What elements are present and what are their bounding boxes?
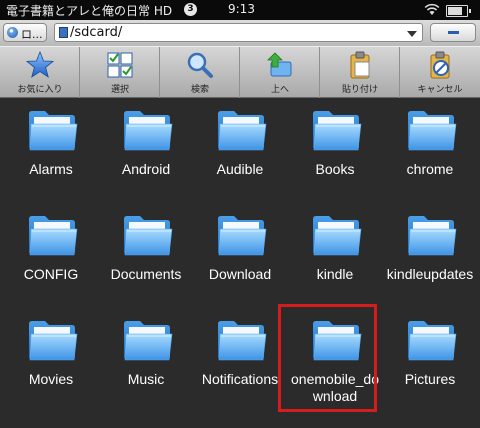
folder-icon bbox=[408, 321, 457, 361]
folder-item[interactable]: Audible bbox=[192, 98, 288, 203]
folder-item[interactable]: chrome bbox=[382, 98, 478, 203]
folder-icon bbox=[408, 111, 457, 151]
path-dropdown[interactable]: /sdcard/ bbox=[54, 23, 423, 42]
folder-name: Movies bbox=[28, 371, 74, 387]
folder-item[interactable]: Alarms bbox=[3, 98, 99, 203]
folder-item[interactable]: onemobile_download bbox=[278, 304, 383, 413]
cancel-label: キャンセル bbox=[417, 85, 463, 95]
search-label: 検索 bbox=[190, 85, 209, 95]
folder-name: Alarms bbox=[29, 161, 73, 177]
folder-item[interactable]: Documents bbox=[98, 203, 194, 308]
paste-button[interactable]: 貼り付け bbox=[320, 47, 400, 98]
folder-name: Documents bbox=[110, 266, 182, 282]
folder-icon bbox=[313, 216, 362, 256]
folder-item[interactable]: Movies bbox=[3, 308, 99, 413]
chevron-down-icon bbox=[407, 31, 417, 37]
folder-icon bbox=[29, 216, 78, 256]
folder-item[interactable]: CONFIG bbox=[3, 203, 99, 308]
magnifier-icon bbox=[187, 52, 213, 78]
cancel-icon bbox=[430, 51, 450, 79]
folder-icon bbox=[29, 321, 78, 361]
folder-item[interactable]: Pictures bbox=[382, 308, 478, 413]
toolbar: お気に入り 選択 検索 上へ 貼り付け キャンセル bbox=[0, 46, 480, 98]
folder-icon bbox=[124, 321, 173, 361]
notification-count-badge: 3 bbox=[184, 3, 197, 16]
folder-name: Books bbox=[315, 161, 355, 177]
folder-item[interactable]: kindle bbox=[287, 203, 383, 308]
folder-item[interactable]: Download bbox=[192, 203, 288, 308]
folder-name: kindle bbox=[316, 266, 354, 282]
folder-item[interactable]: Books bbox=[287, 98, 383, 203]
clipboard-icon bbox=[350, 51, 370, 79]
notification-title: 電子書籍とアレと俺の日常 HD bbox=[6, 4, 173, 18]
folder-icon bbox=[313, 111, 362, 151]
search-button[interactable]: 検索 bbox=[160, 47, 240, 98]
folder-item[interactable]: Notifications bbox=[192, 308, 288, 413]
storage-selector-button[interactable]: ロ... bbox=[3, 23, 47, 42]
storage-label: ロ... bbox=[21, 28, 43, 41]
folder-icon bbox=[218, 321, 267, 361]
minus-button[interactable] bbox=[430, 23, 476, 42]
folder-icon bbox=[313, 321, 362, 361]
disk-icon bbox=[7, 27, 18, 38]
up-folder-icon bbox=[267, 52, 292, 77]
up-button[interactable]: 上へ bbox=[240, 47, 320, 98]
battery-icon bbox=[446, 5, 471, 17]
folder-icon bbox=[124, 216, 173, 256]
folder-name: Download bbox=[208, 266, 272, 282]
favorites-button[interactable]: お気に入り bbox=[0, 47, 80, 98]
sd-card-icon bbox=[59, 27, 68, 38]
star-icon bbox=[26, 51, 54, 78]
favorites-label: お気に入り bbox=[17, 85, 63, 95]
folder-item[interactable]: Android bbox=[98, 98, 194, 203]
select-button[interactable]: 選択 bbox=[80, 47, 160, 98]
up-label: 上へ bbox=[270, 85, 289, 95]
folder-name: CONFIG bbox=[23, 266, 79, 282]
folder-name: Music bbox=[127, 371, 165, 387]
folder-name: Notifications bbox=[201, 371, 279, 387]
folder-name: chrome bbox=[406, 161, 454, 177]
folder-name: onemobile_download bbox=[291, 371, 379, 404]
folder-item[interactable]: Music bbox=[98, 308, 194, 413]
select-label: 選択 bbox=[110, 85, 129, 95]
folder-icon bbox=[124, 111, 173, 151]
folder-name: Pictures bbox=[404, 371, 456, 387]
folder-icon bbox=[408, 216, 457, 256]
folder-icon bbox=[218, 111, 267, 151]
address-bar: ロ... /sdcard/ bbox=[0, 20, 480, 46]
folder-name: Android bbox=[121, 161, 171, 177]
paste-label: 貼り付け bbox=[341, 85, 378, 95]
checklist-icon bbox=[107, 52, 133, 78]
folder-icon bbox=[29, 111, 78, 151]
cancel-button[interactable]: キャンセル bbox=[400, 47, 480, 98]
folder-item[interactable]: kindleupdates bbox=[382, 203, 478, 308]
folder-name: Audible bbox=[216, 161, 264, 177]
current-path: /sdcard/ bbox=[70, 25, 123, 40]
clock: 9:13 bbox=[228, 2, 255, 16]
folder-grid: Alarms Android Audible Books chrome CONFIG Doc… bbox=[0, 98, 480, 428]
wifi-icon bbox=[424, 3, 440, 15]
folder-name: kindleupdates bbox=[386, 266, 474, 282]
status-bar: 電子書籍とアレと俺の日常 HD 3 9:13 bbox=[0, 0, 480, 20]
folder-icon bbox=[218, 216, 267, 256]
